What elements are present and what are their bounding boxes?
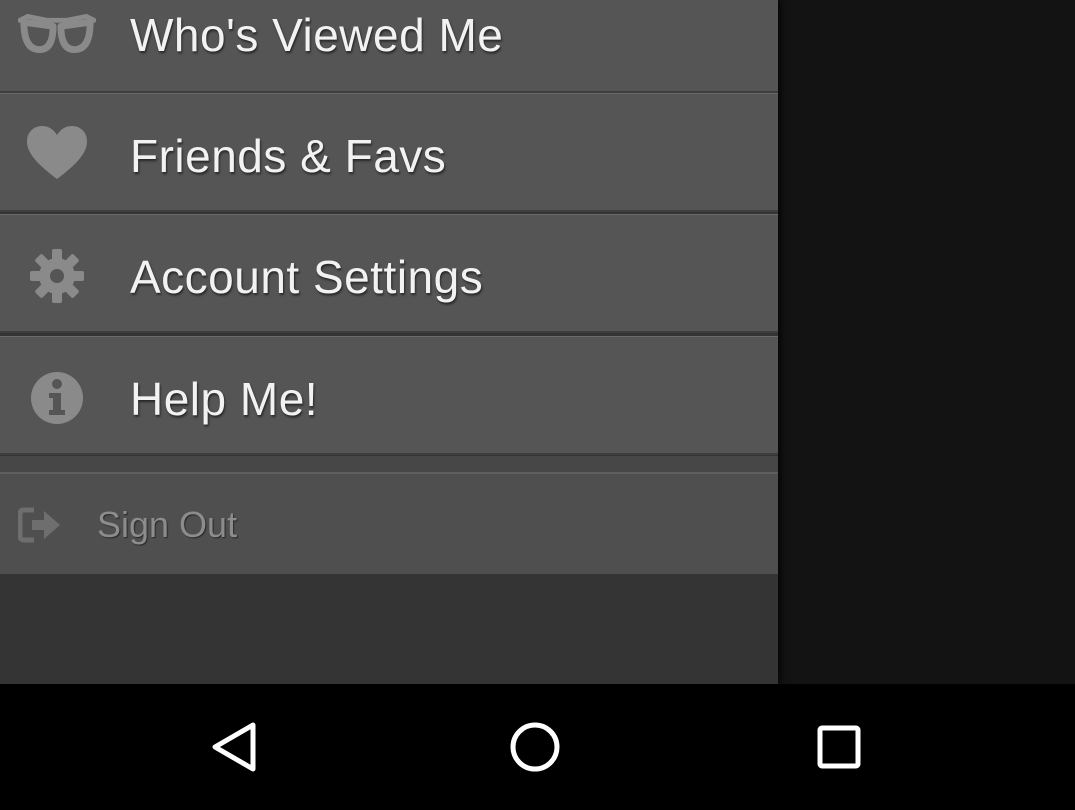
divider [0,93,778,94]
home-button[interactable] [500,714,570,780]
recents-square-icon [817,725,861,769]
gear-icon [18,246,96,306]
sign-out-button[interactable]: Sign Out [0,472,778,574]
divider [0,336,778,337]
sign-out-label: Sign Out [97,504,238,545]
menu-item-help[interactable]: Help Me! [0,336,778,455]
menu-item-label: Who's Viewed Me [130,9,504,61]
sign-out-icon [17,506,62,544]
home-circle-icon [510,722,560,772]
menu-item-label: Account Settings [130,251,484,303]
menu-item-account-settings[interactable]: Account Settings [0,214,778,333]
heart-icon [18,123,96,183]
info-icon [18,368,96,428]
glasses-icon [18,4,96,64]
back-button[interactable] [198,714,268,780]
screen: Who's Viewed Me Friends & Favs Account S… [0,0,1075,810]
system-navigation-bar [0,684,1075,810]
section-gap [0,456,778,472]
menu-item-whos-viewed-me[interactable]: Who's Viewed Me [0,0,778,93]
menu-item-label: Friends & Favs [130,130,447,182]
menu-item-label: Help Me! [130,373,319,425]
recents-button[interactable] [804,714,874,780]
divider [0,214,778,215]
navigation-drawer: Who's Viewed Me Friends & Favs Account S… [0,0,778,684]
back-triangle-icon [212,722,256,772]
menu-item-friends-favs[interactable]: Friends & Favs [0,93,778,212]
